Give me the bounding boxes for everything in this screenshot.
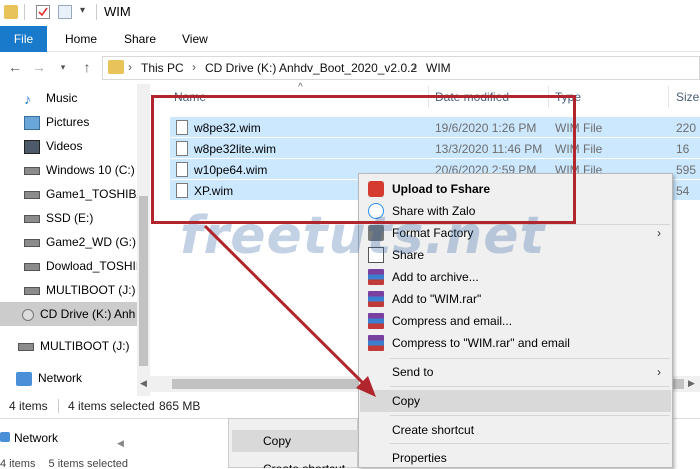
file-size: 595	[676, 163, 697, 177]
nav-item-dowload-toshiba[interactable]: Dowload_TOSHIBA	[0, 254, 140, 278]
drive-icon	[24, 166, 40, 175]
menu-separator	[390, 415, 670, 416]
status-selected-size: 865 MB	[159, 399, 201, 413]
breadcrumb-separator-icon: ›	[413, 60, 417, 74]
recent-locations-chevron-icon[interactable]: ▾	[54, 58, 72, 76]
nav-scrollbar-thumb[interactable]	[139, 196, 148, 366]
file-size: 54	[676, 184, 690, 198]
back-status-selected: 5 items selected	[48, 458, 129, 468]
menu-separator	[390, 358, 670, 359]
breadcrumb-wim[interactable]: WIM	[426, 61, 451, 75]
menu-separator	[390, 443, 670, 444]
menu-item-create-shortcut[interactable]: Create shortcut	[360, 419, 671, 441]
status-item-count: 4 items	[9, 399, 48, 413]
videos-icon	[24, 139, 40, 154]
menu-item-copy[interactable]: Copy	[360, 390, 671, 412]
sort-ascending-icon: ^	[298, 82, 303, 93]
nav-item-game2[interactable]: Game2_WD (G:)	[0, 230, 140, 254]
divider	[58, 399, 59, 413]
nav-item-multiboot-j-2[interactable]: MULTIBOOT (J:)	[0, 334, 140, 358]
divider	[24, 4, 25, 20]
column-divider[interactable]	[668, 86, 669, 108]
nav-item-cd-drive-k[interactable]: CD Drive (K:) Anh	[0, 302, 137, 326]
new-folder-icon[interactable]	[58, 5, 72, 19]
pictures-icon	[24, 115, 40, 130]
tab-share[interactable]: Share	[112, 26, 168, 52]
winrar-icon	[368, 269, 384, 285]
divider	[96, 4, 97, 20]
nav-item-ssd-e[interactable]: SSD (E:)	[0, 206, 140, 230]
status-selected-count: 4 items selected	[68, 399, 155, 413]
nav-item-network[interactable]: Network	[0, 366, 140, 390]
file-size: 16	[676, 142, 690, 156]
winrar-icon	[368, 335, 384, 351]
submenu-arrow-icon: ›	[657, 226, 661, 240]
drive-icon	[24, 190, 40, 199]
menu-item-add-wim-rar[interactable]: Add to "WIM.rar"	[360, 288, 671, 310]
network-icon	[16, 371, 32, 386]
menu-separator	[390, 386, 670, 387]
menu-item-compress-email[interactable]: Compress and email...	[360, 310, 671, 332]
tab-file[interactable]: File	[0, 26, 47, 52]
scroll-left-icon[interactable]: ◀	[117, 438, 124, 449]
scroll-left-icon[interactable]: ◀	[140, 378, 147, 389]
forward-arrow-icon[interactable]: →	[30, 58, 48, 76]
properties-icon[interactable]	[36, 5, 50, 19]
nav-item-multiboot-j[interactable]: MULTIBOOT (J:)	[0, 278, 140, 302]
back-status-count: 4 items	[0, 458, 36, 468]
drive-icon	[24, 286, 40, 295]
back-arrow-icon[interactable]: ←	[6, 58, 24, 76]
winrar-icon	[368, 313, 384, 329]
breadcrumb-cd-drive[interactable]: CD Drive (K:) Anhdv_Boot_2020_v2.0.2	[205, 61, 417, 75]
tab-home[interactable]: Home	[53, 26, 109, 52]
folder-icon	[108, 60, 124, 74]
customize-toolbar-chevron-icon[interactable]: ▾	[80, 5, 85, 16]
scroll-right-icon[interactable]: ▶	[688, 378, 695, 389]
nav-item-game1[interactable]: Game1_TOSHIBA	[0, 182, 140, 206]
back-status-items: 4 items 5 items selected	[0, 458, 128, 468]
background-menu-partial-item: Create shortcut	[263, 462, 353, 468]
music-icon: ♪	[24, 90, 31, 107]
breadcrumb-this-pc[interactable]: This PC	[141, 61, 184, 75]
annotation-highlight-box	[151, 95, 576, 224]
column-header-size[interactable]: Size	[676, 90, 699, 104]
winrar-icon	[368, 291, 384, 307]
menu-item-properties[interactable]: Properties	[360, 447, 671, 469]
background-menu-copy[interactable]	[232, 430, 358, 452]
menu-item-send-to[interactable]: Send to ›	[360, 361, 671, 383]
menu-item-compress-wim-email[interactable]: Compress to "WIM.rar" and email	[360, 332, 671, 354]
nav-item-music[interactable]: ♪ Music	[0, 86, 140, 110]
breadcrumb-separator-icon: ›	[128, 60, 132, 74]
drive-icon	[24, 262, 40, 271]
breadcrumb-separator-icon: ›	[192, 60, 196, 74]
file-size: 220	[676, 121, 697, 135]
nav-item-videos[interactable]: Videos	[0, 134, 140, 158]
menu-item-add-archive[interactable]: Add to archive...	[360, 266, 671, 288]
submenu-arrow-icon: ›	[657, 365, 661, 379]
network-icon	[0, 432, 10, 442]
up-arrow-icon[interactable]: ↑	[78, 58, 96, 76]
folder-icon	[4, 5, 18, 19]
drive-icon	[18, 342, 34, 351]
back-nav-network[interactable]: Network	[14, 431, 58, 445]
drive-icon	[24, 238, 40, 247]
cd-icon	[22, 308, 34, 321]
drive-icon	[24, 214, 40, 223]
background-menu-copy-label: Copy	[263, 434, 292, 448]
nav-item-pictures[interactable]: Pictures	[0, 110, 140, 134]
nav-item-windows-c[interactable]: Windows 10 (C:)	[0, 158, 140, 182]
tab-view[interactable]: View	[170, 26, 220, 52]
window-title: WIM	[104, 4, 131, 19]
